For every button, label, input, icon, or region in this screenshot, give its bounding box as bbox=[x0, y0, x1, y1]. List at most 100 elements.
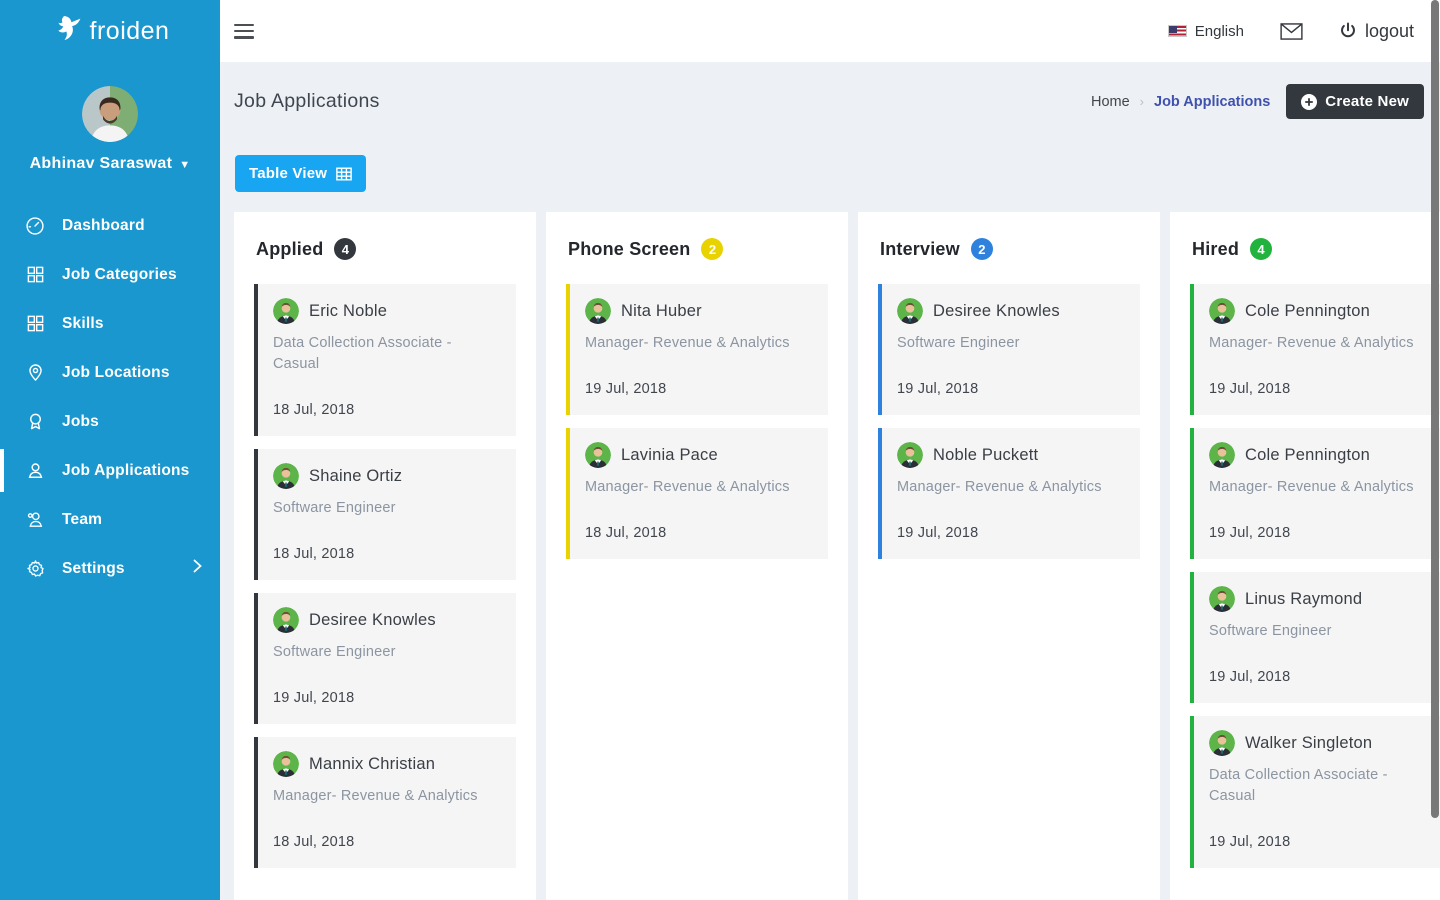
application-card[interactable]: Eric Noble Data Collection Associate - Ca… bbox=[254, 284, 516, 436]
sidebar-item-label: Skills bbox=[62, 315, 104, 333]
sidebar-item-label: Job Categories bbox=[62, 266, 177, 284]
application-card[interactable]: Desiree KnowlesSoftware Engineer19 Jul, … bbox=[254, 593, 516, 724]
sidebar: froiden Abhinav Saraswat ▼ Dashboard Job … bbox=[0, 0, 220, 900]
card-header: Mannix Christian bbox=[273, 751, 501, 777]
column-title: Phone Screen bbox=[568, 239, 690, 260]
breadcrumb-current: Job Applications bbox=[1154, 94, 1270, 110]
sidebar-item-settings[interactable]: Settings bbox=[0, 544, 220, 593]
breadcrumb-home[interactable]: Home bbox=[1091, 94, 1130, 110]
candidate-name: Mannix Christian bbox=[309, 755, 435, 774]
application-card[interactable]: Linus RaymondSoftware Engineer19 Jul, 20… bbox=[1190, 572, 1440, 703]
user-menu[interactable]: Abhinav Saraswat ▼ bbox=[0, 155, 220, 173]
logout-label: logout bbox=[1365, 21, 1414, 42]
application-date: 19 Jul, 2018 bbox=[897, 525, 1125, 541]
candidate-position: Manager- Revenue & Analytics bbox=[1209, 333, 1437, 354]
kanban-column-interview: Interview2 Desiree Knowles Software Engine… bbox=[858, 212, 1160, 900]
application-date: 19 Jul, 2018 bbox=[1209, 381, 1437, 397]
candidate-avatar bbox=[273, 607, 299, 633]
candidate-position: Manager- Revenue & Analytics bbox=[585, 333, 813, 354]
application-card[interactable]: Desiree KnowlesSoftware Engineer19 Jul, … bbox=[878, 284, 1140, 415]
candidate-position: Manager- Revenue & Analytics bbox=[273, 786, 501, 807]
mail-icon[interactable] bbox=[1280, 23, 1303, 40]
candidate-avatar bbox=[1209, 730, 1235, 756]
table-view-button[interactable]: Table View bbox=[235, 155, 366, 192]
application-card[interactable]: Shaine Ortiz Software Engineer 18 Jul, 201… bbox=[254, 449, 516, 580]
column-title: Hired bbox=[1192, 239, 1239, 260]
application-date: 19 Jul, 2018 bbox=[1209, 525, 1437, 541]
language-label: English bbox=[1195, 23, 1244, 40]
user-avatar[interactable] bbox=[82, 86, 138, 142]
candidate-name: Linus Raymond bbox=[1245, 590, 1362, 609]
column-count-badge: 2 bbox=[971, 238, 993, 260]
page-header-right: Home › Job Applications Create New bbox=[1091, 84, 1424, 119]
application-card[interactable]: Cole PenningtonManager- Revenue & Analyt… bbox=[1190, 284, 1440, 415]
topbar-right: English logout bbox=[1168, 21, 1414, 42]
plus-circle-icon bbox=[1301, 94, 1317, 110]
scrollbar-thumb[interactable] bbox=[1431, 0, 1439, 818]
application-card[interactable]: Walker SingletonData Collection Associat… bbox=[1190, 716, 1440, 868]
candidate-name: Eric Noble bbox=[309, 302, 387, 321]
application-date: 19 Jul, 2018 bbox=[585, 381, 813, 397]
candidate-avatar bbox=[585, 442, 611, 468]
candidate-avatar bbox=[897, 298, 923, 324]
sidebar-item-label: Job Locations bbox=[62, 364, 170, 382]
column-header: Hired 4 bbox=[1192, 238, 1440, 260]
candidate-position: Software Engineer bbox=[273, 642, 501, 663]
candidate-name: Noble Puckett bbox=[933, 446, 1038, 465]
caret-down-icon: ▼ bbox=[179, 159, 190, 171]
table-grid-icon bbox=[336, 167, 352, 181]
card-header: Linus Raymond bbox=[1209, 586, 1437, 612]
sidebar-item-jobs[interactable]: Jobs bbox=[0, 397, 220, 446]
candidate-avatar bbox=[1209, 298, 1235, 324]
application-date: 18 Jul, 2018 bbox=[273, 546, 501, 562]
candidate-name: Desiree Knowles bbox=[933, 302, 1060, 321]
menu-icon[interactable] bbox=[234, 24, 254, 39]
card-header: Noble Puckett bbox=[897, 442, 1125, 468]
user-name: Abhinav Saraswat bbox=[30, 155, 173, 173]
user-icon bbox=[25, 461, 45, 481]
column-header: Interview2 bbox=[880, 238, 1140, 260]
card-header: Shaine Ortiz bbox=[273, 463, 501, 489]
card-header: Walker Singleton bbox=[1209, 730, 1437, 756]
app-logo[interactable]: froiden bbox=[0, 0, 220, 62]
card-header: Lavinia Pace bbox=[585, 442, 813, 468]
candidate-avatar bbox=[273, 463, 299, 489]
application-card[interactable]: Noble PuckettManager- Revenue & Analytic… bbox=[878, 428, 1140, 559]
card-header: Desiree Knowles bbox=[273, 607, 501, 633]
column-title: Applied bbox=[256, 239, 323, 260]
card-header: Nita Huber bbox=[585, 298, 813, 324]
sidebar-item-label: Settings bbox=[62, 560, 125, 578]
language-switcher[interactable]: English bbox=[1168, 23, 1244, 40]
candidate-position: Software Engineer bbox=[273, 498, 501, 519]
candidate-name: Nita Huber bbox=[621, 302, 702, 321]
column-header: Applied4 bbox=[256, 238, 516, 260]
candidate-position: Data Collection Associate - Casual bbox=[273, 333, 501, 375]
candidate-avatar bbox=[1209, 586, 1235, 612]
candidate-avatar bbox=[273, 298, 299, 324]
application-card[interactable]: Lavinia PaceManager- Revenue & Analytics… bbox=[566, 428, 828, 559]
create-new-button[interactable]: Create New bbox=[1286, 84, 1424, 119]
kanban-column-hired: Hired4Cole PenningtonManager- Revenue & … bbox=[1170, 212, 1440, 900]
kanban-column-applied: Applied4 Eric Noble Data Collection Associ… bbox=[234, 212, 536, 900]
sidebar-item-skills[interactable]: Skills bbox=[0, 299, 220, 348]
candidate-position: Software Engineer bbox=[897, 333, 1125, 354]
sidebar-item-dashboard[interactable]: Dashboard bbox=[0, 201, 220, 250]
award-icon bbox=[25, 412, 45, 432]
application-card[interactable]: Nita Huber Manager- Revenue & Analytics 19… bbox=[566, 284, 828, 415]
column-count-badge: 4 bbox=[1250, 238, 1272, 260]
application-card[interactable]: Cole PenningtonManager- Revenue & Analyt… bbox=[1190, 428, 1440, 559]
dashboard-icon bbox=[25, 216, 45, 236]
main-content: Job Applications Home › Job Applications… bbox=[220, 62, 1440, 900]
application-card[interactable]: Mannix Christian Manager- Revenue & Analy… bbox=[254, 737, 516, 868]
sidebar-item-team[interactable]: Team bbox=[0, 495, 220, 544]
sidebar-item-job-applications[interactable]: Job Applications bbox=[0, 446, 220, 495]
candidate-name: Lavinia Pace bbox=[621, 446, 718, 465]
grid-icon bbox=[25, 314, 45, 334]
sidebar-item-job-locations[interactable]: Job Locations bbox=[0, 348, 220, 397]
logout-button[interactable]: logout bbox=[1339, 21, 1414, 42]
candidate-name: Cole Pennington bbox=[1245, 446, 1370, 465]
sidebar-item-job-categories[interactable]: Job Categories bbox=[0, 250, 220, 299]
candidate-avatar bbox=[1209, 442, 1235, 468]
column-count-badge: 2 bbox=[701, 238, 723, 260]
candidate-name: Walker Singleton bbox=[1245, 734, 1372, 753]
